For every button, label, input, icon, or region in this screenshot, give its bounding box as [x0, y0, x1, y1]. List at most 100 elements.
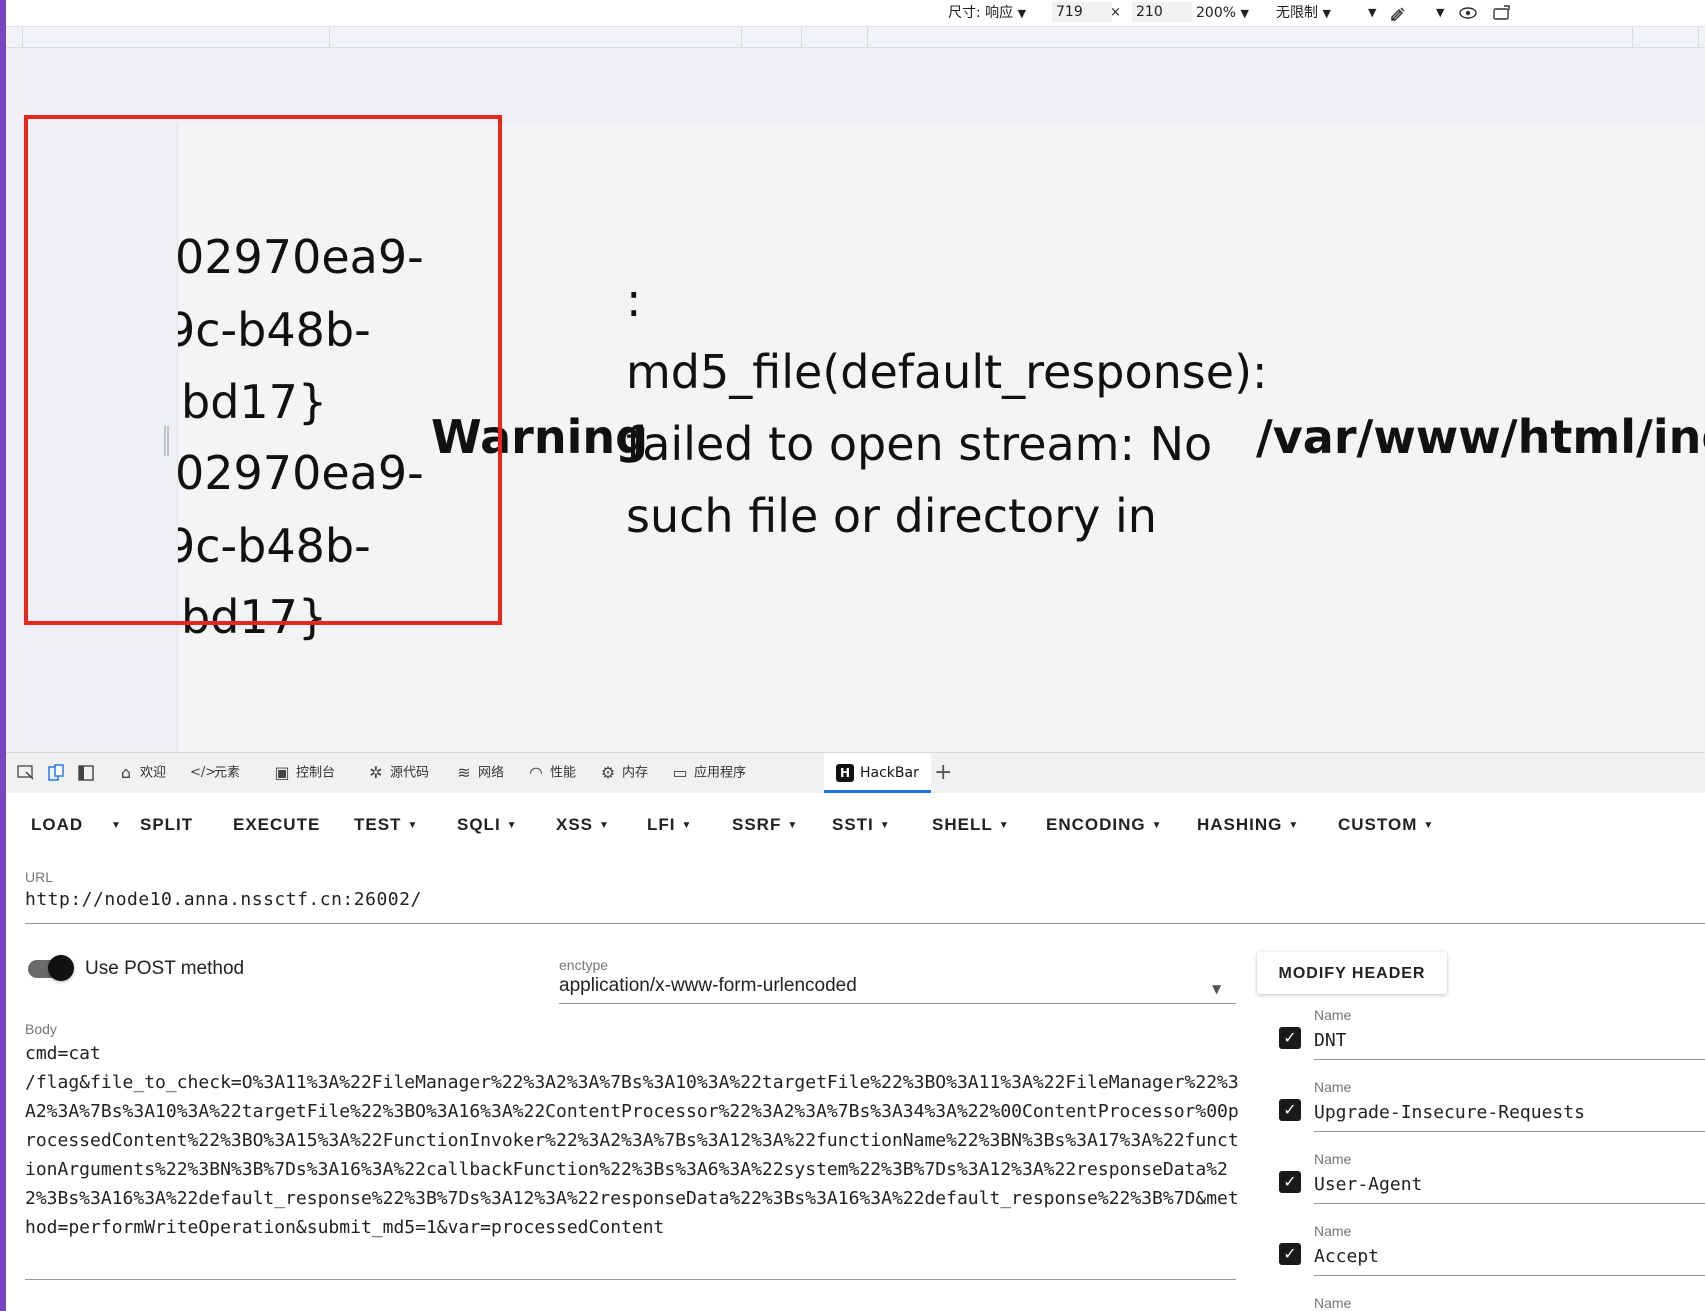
- viewport-resize-handle-side[interactable]: [164, 426, 169, 456]
- media-query-ruler: [6, 27, 1705, 48]
- ssrf-menu[interactable]: SSRF ▼: [732, 807, 798, 843]
- more-options-chevron-icon[interactable]: ▼: [1368, 4, 1376, 22]
- menu-label: SPLIT: [140, 815, 194, 834]
- header-checkbox[interactable]: ✓: [1279, 1099, 1301, 1121]
- chevron-down-icon: ▼: [407, 819, 419, 831]
- header-name-input[interactable]: Upgrade-Insecure-Requests: [1314, 1102, 1585, 1123]
- tab-label: 欢迎: [140, 765, 167, 781]
- chevron-down-icon: ▼: [1017, 7, 1027, 20]
- header-checkbox[interactable]: ✓: [1279, 1171, 1301, 1193]
- test-menu[interactable]: TEST ▼: [354, 807, 418, 843]
- code-icon: </>: [190, 765, 217, 780]
- menu-label: HASHING: [1197, 815, 1283, 834]
- flag-fragment: bd17}: [181, 590, 328, 644]
- sidebar-toggle-icon[interactable]: [76, 753, 96, 793]
- home-icon: ⌂: [120, 763, 132, 782]
- hashing-menu[interactable]: HASHING ▼: [1197, 807, 1299, 843]
- header-underline: [1314, 1203, 1705, 1204]
- tab-sources[interactable]: ✲ 源代码: [366, 753, 429, 793]
- tab-console[interactable]: ▣ 控制台: [272, 753, 335, 793]
- post-method-toggle-knob[interactable]: [48, 955, 74, 981]
- xss-menu[interactable]: XSS ▼: [556, 807, 610, 843]
- ssti-menu[interactable]: SSTI ▼: [832, 807, 891, 843]
- chevron-down-icon: ▼: [787, 819, 799, 831]
- menu-label: LFI: [647, 815, 676, 834]
- tab-performance[interactable]: ◠ 性能: [526, 753, 576, 793]
- throttle-dropdown[interactable]: 无限制 ▼: [1276, 4, 1331, 22]
- chevron-down-icon: ▼: [1240, 7, 1249, 20]
- width-input[interactable]: [1052, 2, 1112, 22]
- eyedropper-icon[interactable]: [1390, 4, 1408, 22]
- height-input[interactable]: [1132, 2, 1192, 22]
- console-icon: ▣: [274, 763, 290, 782]
- url-input[interactable]: http://node10.anna.nssctf.cn:26002/: [25, 889, 422, 910]
- warning-message-line: failed to open stream: No: [626, 417, 1213, 471]
- emulated-viewport: 02970ea9- 9c-b48b- bd17} 02970ea9- 9c-b4…: [6, 48, 1705, 771]
- inspect-element-icon[interactable]: [16, 753, 36, 793]
- menu-label: TEST: [354, 815, 402, 834]
- device-toggle-icon[interactable]: [46, 753, 66, 793]
- enctype-label: enctype: [559, 957, 609, 973]
- header-name-input[interactable]: User-Agent: [1314, 1174, 1422, 1195]
- menu-label: SHELL: [932, 815, 993, 834]
- modify-header-button[interactable]: MODIFY HEADER: [1257, 952, 1447, 994]
- chevron-down-icon: ▼: [1151, 819, 1163, 831]
- tab-memory[interactable]: ⚙ 内存: [598, 753, 648, 793]
- tab-welcome[interactable]: ⌂ 欢迎: [116, 753, 166, 793]
- devtools-tab-strip: ⌂ 欢迎 </>元素 ▣ 控制台 ✲ 源代码 ≋ 网络 ◠ 性能 ⚙ 内存 ▭ 应用程序 HH…: [6, 752, 1705, 794]
- chevron-down-icon[interactable]: ▼: [1436, 4, 1444, 22]
- zoom-dropdown[interactable]: 200% ▼: [1196, 4, 1249, 22]
- lfi-menu[interactable]: LFI ▼: [647, 807, 692, 843]
- warning-message-line: such file or directory in: [626, 489, 1157, 543]
- rotate-device-icon[interactable]: [1492, 4, 1512, 22]
- sqli-menu[interactable]: SQLI ▼: [457, 807, 518, 843]
- custom-menu[interactable]: CUSTOM ▼: [1338, 807, 1434, 843]
- split-button[interactable]: SPLIT: [140, 807, 193, 843]
- header-row: ✓ Name DNT: [1274, 997, 1705, 1063]
- menu-label: SSRF: [732, 815, 782, 834]
- tab-network[interactable]: ≋ 网络: [454, 753, 504, 793]
- chevron-down-icon: ▼: [879, 819, 891, 831]
- body-textarea[interactable]: cmd=cat /flag&file_to_check=O%3A11%3A%22…: [25, 1039, 1245, 1242]
- header-name-input[interactable]: DNT: [1314, 1030, 1347, 1051]
- load-options-chevron-icon[interactable]: ▼: [105, 807, 122, 843]
- bug-icon: ✲: [369, 763, 383, 782]
- header-row: ✓ Name User-Agent: [1274, 1141, 1705, 1207]
- shell-menu[interactable]: SHELL ▼: [932, 807, 1010, 843]
- dimensions-label: 尺寸: 响应: [948, 5, 1014, 21]
- eye-icon[interactable]: [1458, 4, 1478, 22]
- header-name-label: Name: [1314, 1007, 1352, 1023]
- chevron-down-icon: ▼: [1322, 7, 1331, 20]
- warning-colon: :: [626, 273, 642, 327]
- header-checkbox[interactable]: ✓: [1279, 1243, 1301, 1265]
- header-checkbox[interactable]: ✓: [1279, 1027, 1301, 1049]
- load-button[interactable]: LOAD: [31, 807, 83, 843]
- tab-label: 应用程序: [694, 765, 747, 781]
- wifi-icon: ≋: [457, 763, 471, 782]
- header-row: Name: [1274, 1285, 1705, 1311]
- dimensions-dropdown[interactable]: 尺寸: 响应 ▼: [948, 4, 1026, 22]
- menu-label: SSTI: [832, 815, 874, 834]
- tab-label: 源代码: [390, 765, 430, 781]
- tab-elements[interactable]: </>元素: [190, 753, 240, 793]
- flag-fragment: 02970ea9-: [177, 230, 424, 284]
- enctype-select[interactable]: application/x-www-form-urlencoded: [559, 975, 857, 997]
- header-underline: [1314, 1059, 1705, 1060]
- warning-label: Warning: [431, 410, 649, 464]
- execute-button[interactable]: EXECUTE: [233, 807, 320, 843]
- warning-message-line: md5_file(default_response):: [626, 345, 1268, 399]
- header-name-label: Name: [1314, 1295, 1352, 1311]
- device-toolbar: 尺寸: 响应 ▼ × 200% ▼ 无限制 ▼ ▼ ▼: [6, 0, 1705, 27]
- menu-label: EXECUTE: [233, 815, 321, 834]
- ruler-mark: [867, 27, 868, 47]
- add-tab-plus-icon[interactable]: +: [934, 753, 952, 793]
- tab-application[interactable]: ▭ 应用程序: [670, 753, 746, 793]
- header-name-input[interactable]: Accept: [1314, 1246, 1379, 1267]
- chevron-down-icon[interactable]: ▼: [1212, 982, 1221, 996]
- tab-label: 控制台: [296, 765, 336, 781]
- encoding-menu[interactable]: ENCODING ▼: [1046, 807, 1163, 843]
- tab-hackbar[interactable]: H HackBar: [824, 753, 931, 793]
- chevron-down-icon: ▼: [506, 819, 518, 831]
- chevron-down-icon: ▼: [599, 819, 610, 831]
- tab-label: 元素: [214, 765, 241, 781]
